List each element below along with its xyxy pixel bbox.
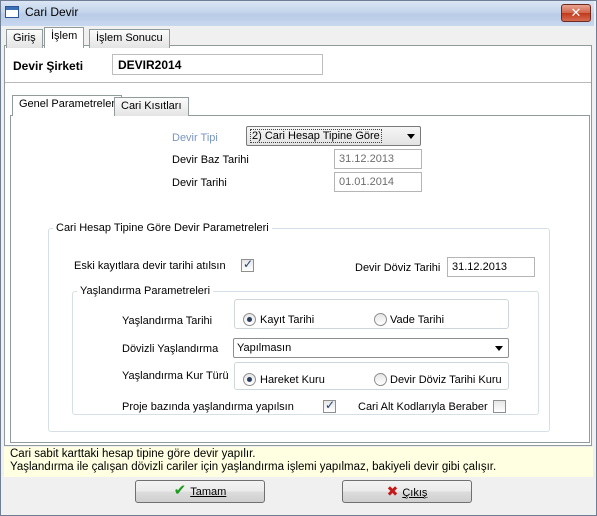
doviz-tarihi-label: Devir Döviz Tarihi	[355, 262, 441, 274]
radio-kayit-tarihi-label: Kayıt Tarihi	[260, 314, 315, 326]
devir-params-title: Cari Hesap Tipine Göre Devir Parametrele…	[53, 222, 272, 234]
devir-tipi-label: Devir Tipi	[172, 132, 218, 144]
radio-vade-tarihi[interactable]	[374, 313, 387, 326]
green-checkmark-icon: ✔	[173, 482, 187, 499]
baz-tarihi-field[interactable]: 31.12.2013	[334, 149, 422, 169]
baz-tarihi-label: Devir Baz Tarihi	[172, 154, 249, 166]
red-x-icon: ✖	[386, 483, 399, 499]
info-line-1: Cari sabit karttaki hesap tipine göre de…	[10, 448, 256, 460]
cancel-button[interactable]: ✖ Çıkış	[342, 480, 472, 503]
tab-islem[interactable]: İşlem	[44, 27, 85, 48]
info-line-2: Yaşlandırma ile çalışan dövizli cariler …	[10, 461, 497, 473]
aging-group-title: Yaşlandırma Parametreleri	[77, 285, 214, 297]
dovizli-select[interactable]: Yapılmasın	[233, 338, 509, 358]
kur-label: Yaşlandırma Kur Türü	[122, 370, 229, 382]
chevron-down-icon	[407, 134, 415, 139]
radio-vade-tarihi-label: Vade Tarihi	[390, 314, 445, 326]
radio-hareket-kuru[interactable]	[243, 373, 256, 386]
dovizli-value: Yapılmasın	[237, 342, 292, 354]
window-title: Cari Devir	[25, 5, 79, 19]
alt-kod-label: Cari Alt Kodlarıyla Beraber	[358, 401, 488, 413]
radio-devir-doviz-kuru[interactable]	[374, 373, 387, 386]
checkmark-icon: ✓	[325, 398, 336, 412]
alt-kod-checkbox[interactable]	[493, 400, 506, 413]
devir-tipi-select[interactable]: 2) Cari Hesap Tipine Göre	[246, 126, 421, 146]
title-bar[interactable]	[1, 1, 594, 26]
tab-islem-sonucu[interactable]: İşlem Sonucu	[89, 29, 170, 48]
proje-checkbox[interactable]: ✓	[323, 398, 336, 413]
info-bar: Cari sabit karttaki hesap tipine göre de…	[4, 447, 593, 477]
app-window-icon	[5, 6, 19, 18]
tab-genel-parametreler[interactable]: Genel Parametreler	[12, 95, 122, 116]
radio-kayit-tarihi[interactable]	[243, 313, 256, 326]
proje-label: Proje bazında yaşlandırma yapılsın	[122, 401, 294, 413]
devir-tarihi-field[interactable]: 01.01.2014	[334, 172, 422, 192]
ok-button[interactable]: ✔ Tamam	[135, 480, 265, 503]
eski-kayit-checkbox[interactable]: ✓	[241, 257, 254, 272]
doviz-tarihi-field[interactable]: 31.12.2013	[447, 257, 535, 277]
divider	[5, 82, 591, 83]
tab-giris[interactable]: Giriş	[6, 29, 43, 48]
eski-kayit-label: Eski kayıtlara devir tarihi atılsın	[74, 260, 226, 272]
close-button[interactable]: ✕	[561, 4, 591, 22]
company-label: Devir Şirketi	[13, 59, 84, 73]
dovizli-label: Dövizli Yaşlandırma	[122, 343, 219, 355]
ok-button-label: Tamam	[190, 486, 227, 498]
aging-date-label: Yaşlandırma Tarihi	[122, 315, 213, 327]
cancel-button-label: Çıkış	[402, 487, 428, 499]
chevron-down-icon	[495, 346, 503, 351]
radio-devir-doviz-kuru-label: Devir Döviz Tarihi Kuru	[390, 374, 502, 386]
devir-tipi-value: 2) Cari Hesap Tipine Göre	[250, 129, 382, 143]
devir-tarihi-label: Devir Tarihi	[172, 177, 227, 189]
checkmark-icon: ✓	[243, 257, 254, 271]
company-field[interactable]: DEVIR2014	[112, 54, 323, 75]
tab-cari-kisitlari[interactable]: Cari Kısıtları	[114, 97, 189, 116]
radio-hareket-kuru-label: Hareket Kuru	[260, 374, 325, 386]
